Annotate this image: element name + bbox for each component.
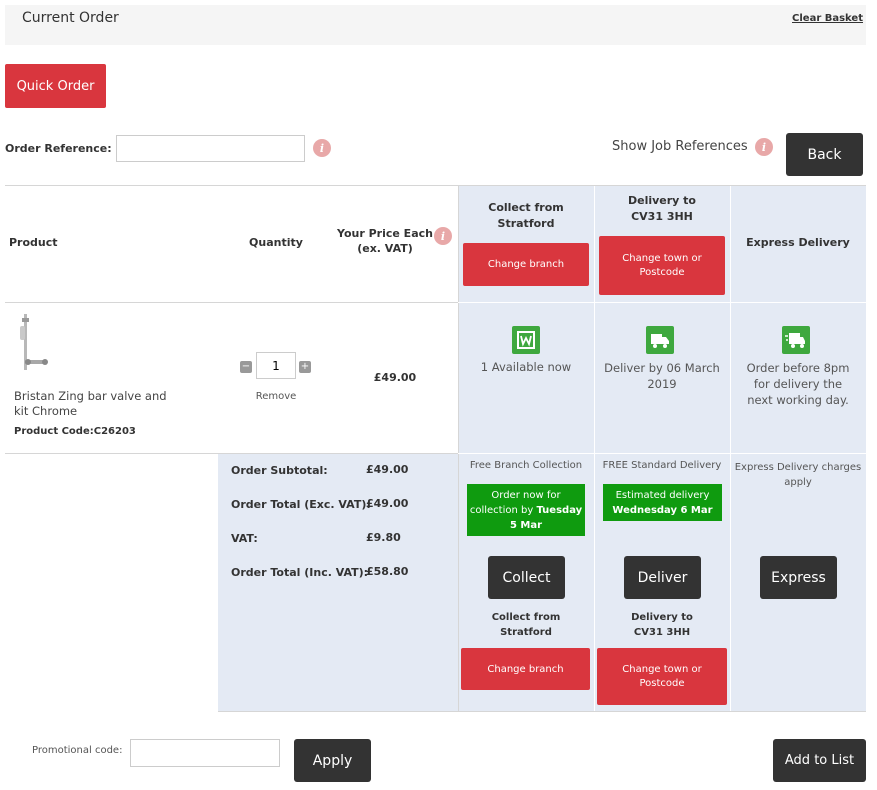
change-branch-button[interactable]: Change branch (461, 648, 590, 690)
deliver-estimate-badge: Estimated delivery Wednesday 6 Mar (603, 484, 722, 521)
express-info-line: Order before 8pm (746, 361, 850, 375)
vat-value: £9.80 (366, 531, 401, 544)
product-name-line: Bristan Zing bar valve and (14, 389, 167, 403)
price-header-line: Your Price Each (337, 227, 433, 240)
express-info-line: next working day. (747, 393, 849, 407)
collect-availability: 1 Available now (480, 360, 572, 374)
express-info-line: for delivery the (753, 377, 843, 391)
divider (458, 302, 866, 303)
subtotal-label: Order Subtotal: (231, 464, 328, 477)
express-option-title: Express Delivery charges apply (730, 460, 866, 490)
promo-code-input[interactable] (130, 739, 280, 767)
express-column-header: Express Delivery (746, 236, 850, 249)
order-reference-input[interactable] (116, 135, 305, 162)
collect-location-line: Collect from (491, 612, 561, 623)
clear-basket-link[interactable]: Clear Basket (792, 13, 863, 24)
delivery-estimate: Deliver by 06 March 2019 (594, 360, 730, 392)
product-code: Product Code:C26203 (14, 426, 136, 437)
delivery-estimate-line: 2019 (647, 377, 677, 391)
product-column-header: Product (9, 236, 58, 249)
badge-line: Order now for (491, 489, 561, 501)
divider (218, 711, 866, 712)
express-title-line: Express Delivery charges (734, 462, 862, 473)
collect-estimate-badge: Order now for collection by Tuesday 5 Ma… (467, 484, 585, 536)
badge-line: 5 Mar (509, 519, 543, 531)
product-name[interactable]: Bristan Zing bar valve and kit Chrome (14, 389, 167, 419)
quantity-input[interactable] (256, 352, 296, 379)
collect-location-line: Stratford (500, 627, 552, 638)
info-icon[interactable]: i (434, 227, 452, 245)
show-job-references-toggle[interactable]: Show Job References (612, 139, 748, 154)
change-town-button[interactable]: Change town or Postcode (597, 648, 727, 705)
product-image (11, 312, 51, 374)
delivery-column-header: Delivery to CV31 3HH (594, 194, 730, 223)
collect-header-line: Stratford (497, 217, 555, 230)
collect-location: Collect from Stratford (458, 610, 594, 640)
express-title-line: apply (784, 477, 812, 488)
order-table: Product Quantity Your Price Each (ex. VA… (5, 185, 866, 712)
price-column-header: Your Price Each (ex. VAT) (335, 227, 435, 255)
badge-line: Estimated delivery (615, 489, 710, 501)
collect-header-line: Collect from (488, 201, 564, 214)
info-icon[interactable]: i (755, 138, 773, 156)
collect-column-header: Collect from Stratford (458, 201, 594, 230)
button-label: Postcode (639, 678, 685, 689)
divider (458, 453, 866, 454)
divider (730, 186, 731, 712)
total-ex-vat-label: Order Total (Exc. VAT): (231, 498, 371, 511)
change-town-button[interactable]: Change town or Postcode (599, 236, 725, 295)
order-summary-panel (218, 453, 458, 712)
back-button[interactable]: Back (786, 133, 863, 176)
express-truck-icon (782, 326, 810, 354)
product-name-line: kit Chrome (14, 404, 78, 418)
delivery-header-line: CV31 3HH (631, 210, 693, 223)
button-label: Postcode (639, 267, 685, 278)
info-icon[interactable]: i (313, 139, 331, 157)
delivery-header-line: Delivery to (627, 194, 696, 207)
total-inc-vat-label: Order Total (Inc. VAT): (231, 566, 369, 579)
badge-text: collection by (469, 504, 537, 516)
divider (5, 302, 458, 303)
collect-button[interactable]: Collect (488, 556, 565, 599)
plus-icon[interactable]: + (299, 361, 311, 373)
apply-button[interactable]: Apply (294, 739, 371, 782)
warehouse-icon (512, 326, 540, 354)
product-price: £49.00 (373, 371, 417, 384)
deliver-button[interactable]: Deliver (624, 556, 701, 599)
add-to-list-button[interactable]: Add to List (773, 739, 866, 782)
badge-line: Wednesday 6 Mar (612, 504, 713, 516)
delivery-location: Delivery to CV31 3HH (594, 610, 730, 640)
button-label: Change town or (622, 253, 702, 264)
minus-icon[interactable]: − (240, 361, 252, 373)
badge-date: Tuesday (536, 504, 583, 516)
promo-code-label: Promotional code: (32, 745, 123, 756)
delivery-location-line: Delivery to (631, 612, 693, 623)
collect-option-title: Free Branch Collection (469, 460, 583, 471)
total-inc-vat-value: £58.80 (366, 565, 409, 578)
delivery-estimate-line: Deliver by 06 March (604, 361, 720, 375)
deliver-option-title: FREE Standard Delivery (602, 460, 722, 471)
quantity-column-header: Quantity (249, 236, 303, 249)
change-branch-button[interactable]: Change branch (463, 243, 589, 286)
subtotal-value: £49.00 (366, 463, 409, 476)
badge-line: collection by Tuesday (470, 503, 582, 518)
delivery-location-line: CV31 3HH (633, 627, 691, 638)
truck-icon (646, 326, 674, 354)
current-order-header (5, 5, 866, 45)
quick-order-button[interactable]: Quick Order (5, 64, 106, 108)
divider (5, 453, 458, 454)
button-label: Change town or (622, 664, 702, 675)
express-info: Order before 8pm for delivery the next w… (730, 360, 866, 408)
express-button[interactable]: Express (760, 556, 837, 599)
vat-label: VAT: (231, 532, 258, 545)
order-reference-label: Order Reference: (5, 142, 112, 155)
page-title: Current Order (22, 10, 119, 26)
total-ex-vat-value: £49.00 (366, 497, 409, 510)
price-header-line: (ex. VAT) (357, 242, 413, 255)
remove-link[interactable]: Remove (236, 391, 316, 402)
